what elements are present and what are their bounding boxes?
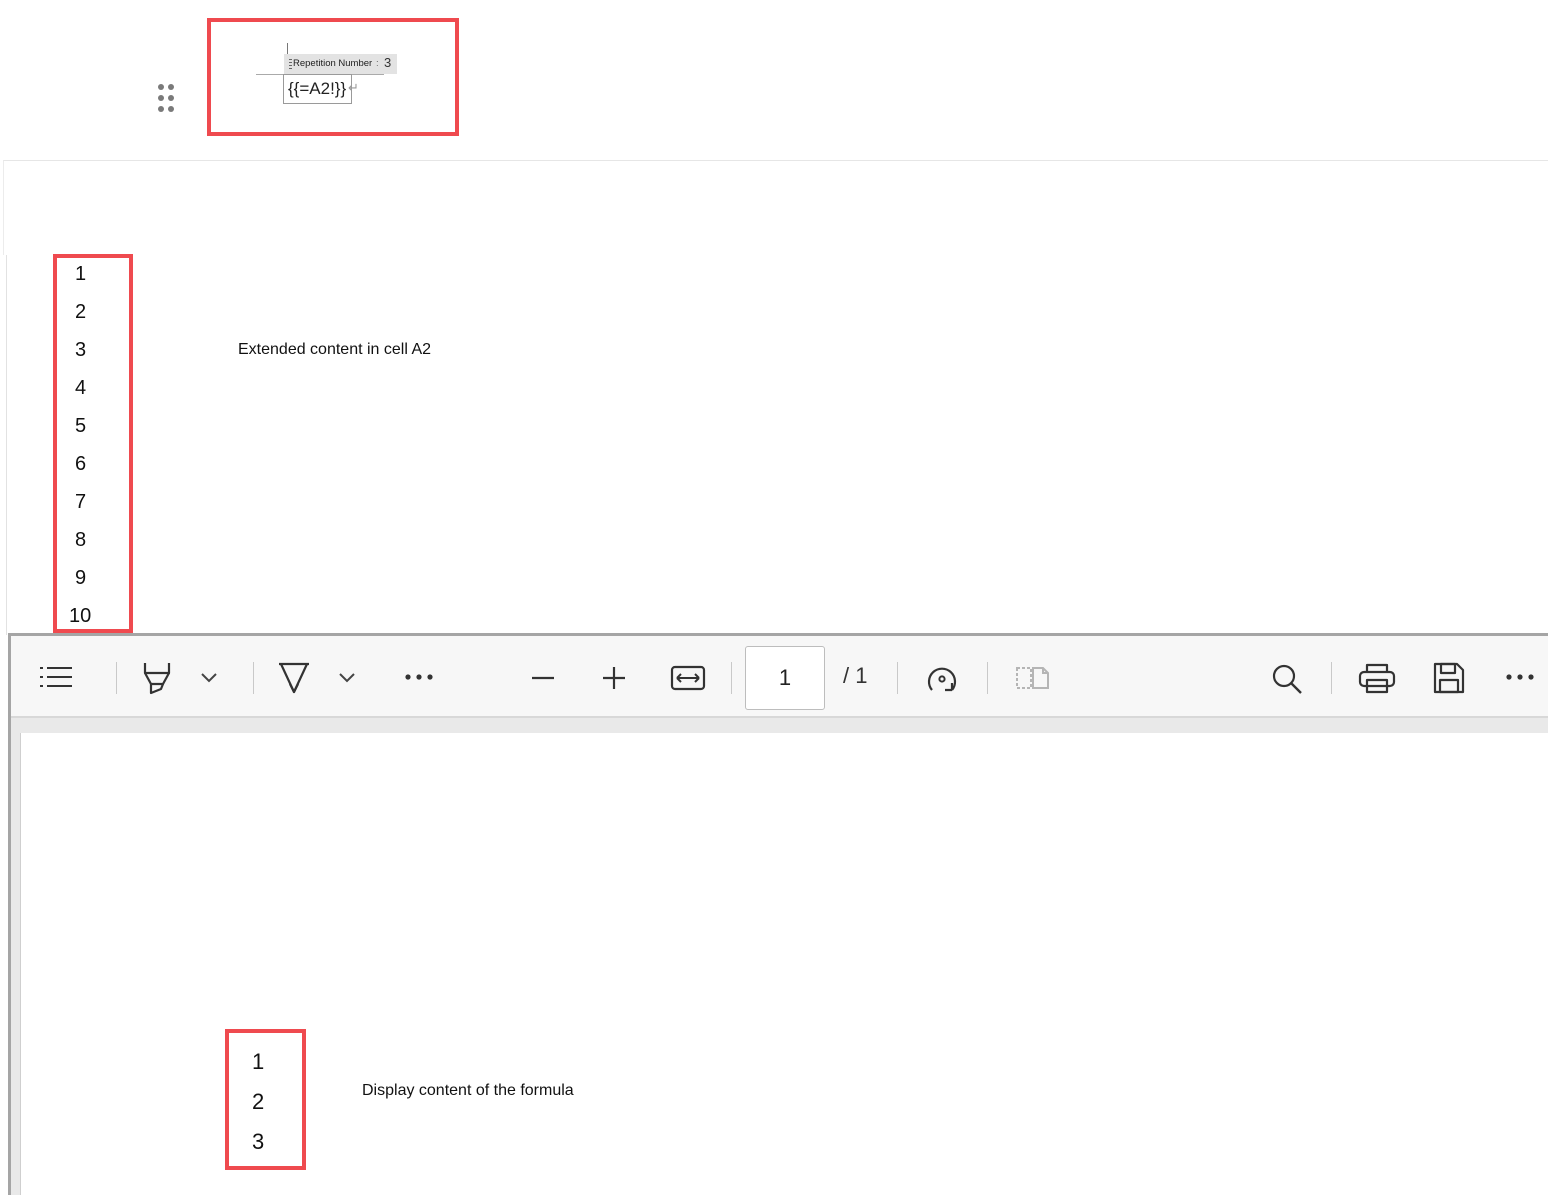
chevron-down-icon[interactable] — [200, 672, 218, 684]
search-icon[interactable] — [1270, 662, 1304, 696]
draw-icon[interactable] — [276, 660, 312, 696]
outline-list-icon[interactable] — [38, 664, 74, 690]
drag-handle-icon[interactable] — [158, 84, 176, 114]
chevron-down-icon[interactable] — [338, 672, 356, 684]
more-options-icon[interactable] — [1505, 672, 1535, 682]
highlight-icon[interactable] — [140, 660, 174, 696]
cell-caption: Extended content in cell A2 — [238, 341, 432, 358]
page-number-input[interactable]: 1 — [745, 646, 825, 710]
fit-width-icon[interactable] — [670, 664, 706, 692]
sheet-panel — [3, 160, 1548, 255]
highlight-box-pdf-numbers — [225, 1029, 306, 1170]
zoom-in-icon[interactable] — [601, 665, 627, 691]
zoom-out-icon[interactable] — [530, 668, 556, 688]
print-icon[interactable] — [1358, 662, 1396, 694]
save-icon[interactable] — [1432, 661, 1466, 695]
highlight-box-cell-numbers — [53, 254, 133, 633]
two-page-view-icon[interactable] — [1015, 665, 1051, 691]
more-options-icon[interactable] — [404, 672, 434, 682]
rotate-icon[interactable] — [924, 660, 962, 696]
page-total-label: / 1 — [843, 663, 868, 688]
pdf-caption: Display content of the formula — [362, 1082, 574, 1099]
highlight-box-formula — [207, 18, 459, 136]
